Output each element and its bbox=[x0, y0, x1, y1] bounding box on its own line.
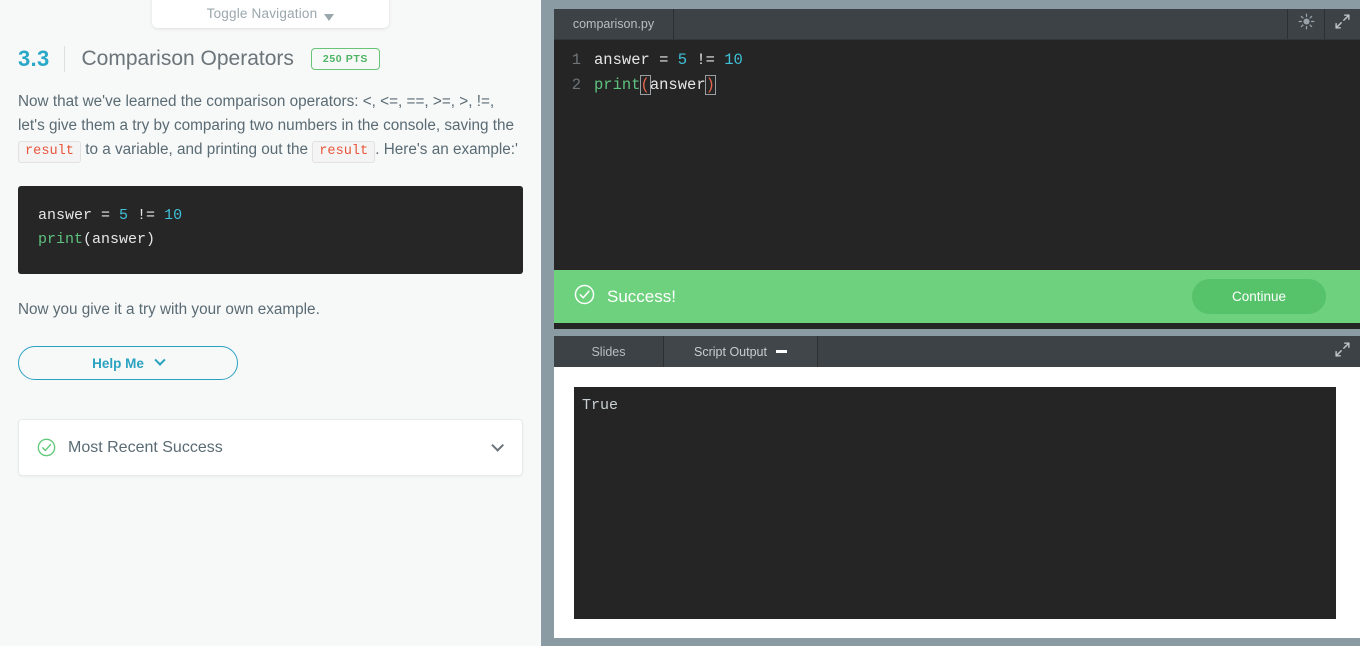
tab-script-output-label: Script Output bbox=[694, 345, 767, 359]
lesson-body: 3.3 Comparison Operators 250 PTS Now tha… bbox=[0, 0, 541, 476]
console-expand-button[interactable] bbox=[1324, 336, 1360, 367]
most-recent-success-label: Most Recent Success bbox=[68, 439, 491, 457]
editor-print-arg: answer bbox=[650, 76, 706, 94]
check-circle-icon bbox=[37, 438, 56, 457]
caret-down-icon bbox=[324, 14, 334, 21]
example-print-args: (answer) bbox=[83, 231, 155, 248]
lesson-paragraph: Now that we've learned the comparison op… bbox=[18, 90, 518, 164]
editor-line-2: 2 print(answer) bbox=[554, 73, 1360, 98]
example-number-2: 10 bbox=[164, 207, 182, 224]
editor-number-2: 10 bbox=[724, 51, 743, 69]
example-code-line-2: print(answer) bbox=[38, 228, 503, 252]
paragraph-text-1: Now that we've learned the comparison op… bbox=[18, 93, 514, 134]
minimize-icon[interactable] bbox=[776, 350, 787, 353]
expand-arrows-icon bbox=[1334, 341, 1351, 363]
success-banner: Success! Continue bbox=[554, 270, 1360, 323]
editor-equals: = bbox=[650, 51, 678, 69]
example-operator: != bbox=[128, 207, 164, 224]
paragraph-text-2: to a variable, and printing out the bbox=[81, 141, 312, 158]
tab-slides[interactable]: Slides bbox=[554, 336, 664, 367]
try-it-text: Now you give it a try with your own exam… bbox=[18, 301, 523, 319]
editor-line-1-content: answer = 5 != 10 bbox=[594, 48, 743, 73]
editor-number-1: 5 bbox=[678, 51, 687, 69]
sun-icon bbox=[1298, 13, 1315, 35]
workspace-panel: comparison.py bbox=[541, 0, 1360, 646]
header-divider bbox=[64, 46, 65, 72]
line-number: 2 bbox=[554, 73, 594, 98]
example-var: answer bbox=[38, 207, 92, 224]
status-badge: Success! bbox=[607, 287, 1192, 307]
editor-tab-label: comparison.py bbox=[573, 17, 654, 31]
editor-bracket-close: ) bbox=[706, 76, 715, 94]
editor-var: answer bbox=[594, 51, 650, 69]
tab-slides-label: Slides bbox=[591, 345, 625, 359]
editor-tab-bar: comparison.py bbox=[554, 9, 1360, 40]
console-tab-bar: Slides Script Output bbox=[554, 336, 1360, 367]
chevron-down-icon[interactable] bbox=[491, 439, 504, 452]
example-equals: = bbox=[92, 207, 119, 224]
page-title: Comparison Operators bbox=[81, 47, 293, 71]
check-circle-icon bbox=[574, 284, 595, 310]
console-panel: Slides Script Output bbox=[554, 336, 1360, 638]
lesson-panel: Toggle Navigation 3.3 Comparison Operato… bbox=[0, 0, 541, 646]
editor-operator: != bbox=[687, 51, 724, 69]
example-print-fn: print bbox=[38, 231, 83, 248]
chevron-down-icon bbox=[154, 355, 165, 366]
editor-tab-spacer bbox=[674, 9, 1288, 39]
points-badge: 250 PTS bbox=[311, 48, 380, 70]
section-header: 3.3 Comparison Operators 250 PTS bbox=[18, 44, 523, 74]
editor-line-1: 1 answer = 5 != 10 bbox=[554, 48, 1360, 73]
toggle-navigation-label: Toggle Navigation bbox=[207, 6, 318, 21]
line-number: 1 bbox=[554, 48, 594, 73]
theme-toggle-button[interactable] bbox=[1288, 9, 1324, 39]
example-code-block: answer = 5 != 10 print(answer) bbox=[18, 186, 523, 274]
most-recent-success-card[interactable]: Most Recent Success bbox=[18, 419, 523, 476]
help-me-label: Help Me bbox=[92, 356, 144, 371]
expand-arrows-icon bbox=[1334, 13, 1351, 35]
inline-code-result-2: result bbox=[312, 141, 375, 163]
help-me-button[interactable]: Help Me bbox=[18, 346, 238, 380]
script-output-console: True bbox=[574, 387, 1336, 619]
console-tab-spacer bbox=[818, 336, 1324, 367]
example-code-line-1: answer = 5 != 10 bbox=[38, 204, 503, 228]
editor-bracket-open: ( bbox=[641, 76, 650, 94]
toggle-navigation-button[interactable]: Toggle Navigation bbox=[152, 0, 389, 28]
continue-button[interactable]: Continue bbox=[1192, 279, 1326, 314]
tab-script-output[interactable]: Script Output bbox=[664, 336, 818, 367]
inline-code-result-1: result bbox=[18, 141, 81, 163]
section-number: 3.3 bbox=[18, 46, 49, 72]
tab-comparison-py[interactable]: comparison.py bbox=[554, 9, 674, 39]
editor-print-fn: print bbox=[594, 76, 641, 94]
editor-line-2-content: print(answer) bbox=[594, 73, 715, 98]
paragraph-text-3: . Here's an example:' bbox=[375, 141, 518, 158]
example-number-1: 5 bbox=[119, 207, 128, 224]
app-root: Toggle Navigation 3.3 Comparison Operato… bbox=[0, 0, 1360, 646]
editor-expand-button[interactable] bbox=[1324, 9, 1360, 39]
